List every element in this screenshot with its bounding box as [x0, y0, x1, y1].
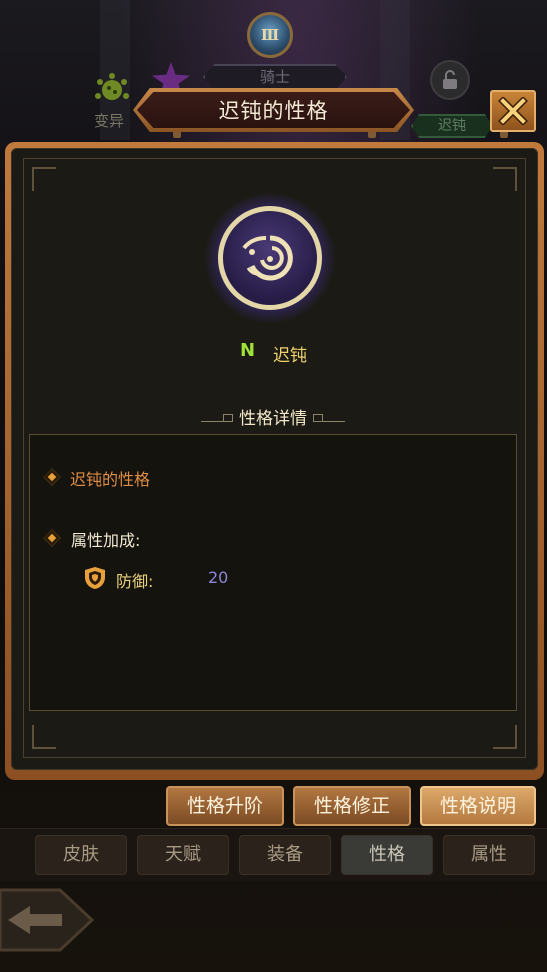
rank-numeral: Ⅲ [260, 26, 280, 44]
section-header: 性格详情 [197, 403, 349, 429]
class-name-tag: 骑士 [203, 64, 347, 90]
trait-tag: 迟钝 [411, 114, 493, 138]
close-button[interactable] [490, 90, 536, 132]
trait-upgrade-button[interactable]: 性格升阶 [166, 786, 284, 826]
tab-equipment[interactable]: 装备 [239, 835, 331, 875]
dialog-title: 迟钝的性格 [218, 99, 329, 123]
trait-name: 迟钝 [273, 346, 307, 366]
rarity-badge: N [240, 340, 256, 361]
detail-trait-label: 迟钝的性格 [70, 470, 151, 489]
game-screen: Ⅲ 骑士 变异 迟钝 迟钝的性格 N 迟钝 性格详情 迟钝的性格 属性加成: 防… [0, 0, 547, 972]
attribute-bonus-label: 属性加成: [71, 531, 141, 550]
corner-ornament [493, 167, 517, 191]
section-title: 性格详情 [239, 408, 307, 429]
tab-talent[interactable]: 天赋 [137, 835, 229, 875]
mutation-label: 变异 [94, 112, 125, 130]
corner-ornament [493, 725, 517, 749]
title-banner: 迟钝的性格 [133, 88, 414, 132]
tab-personality[interactable]: 性格 [341, 835, 433, 875]
corner-ornament [32, 167, 56, 191]
trait-info-button[interactable]: 性格说明 [420, 786, 536, 826]
tab-attributes[interactable]: 属性 [443, 835, 535, 875]
tab-skin[interactable]: 皮肤 [35, 835, 127, 875]
corner-ornament [32, 725, 56, 749]
unlock-icon[interactable] [430, 60, 470, 100]
back-arrow-icon[interactable] [0, 880, 100, 960]
trait-emblem [205, 193, 335, 323]
defense-label: 防御: [116, 572, 154, 591]
header-ornament [313, 411, 345, 422]
bottom-tab-bar: 皮肤 天赋 装备 性格 属性 [0, 828, 547, 881]
rank-emblem-icon: Ⅲ [247, 12, 293, 58]
title-banner-inner: 迟钝的性格 [137, 92, 410, 128]
trait-modify-button[interactable]: 性格修正 [293, 786, 411, 826]
header-ornament [201, 411, 233, 422]
defense-value: 20 [208, 568, 229, 587]
sloth-creature-icon [218, 206, 322, 310]
shield-icon [84, 566, 106, 590]
virus-icon [92, 72, 132, 106]
close-icon [498, 97, 528, 125]
